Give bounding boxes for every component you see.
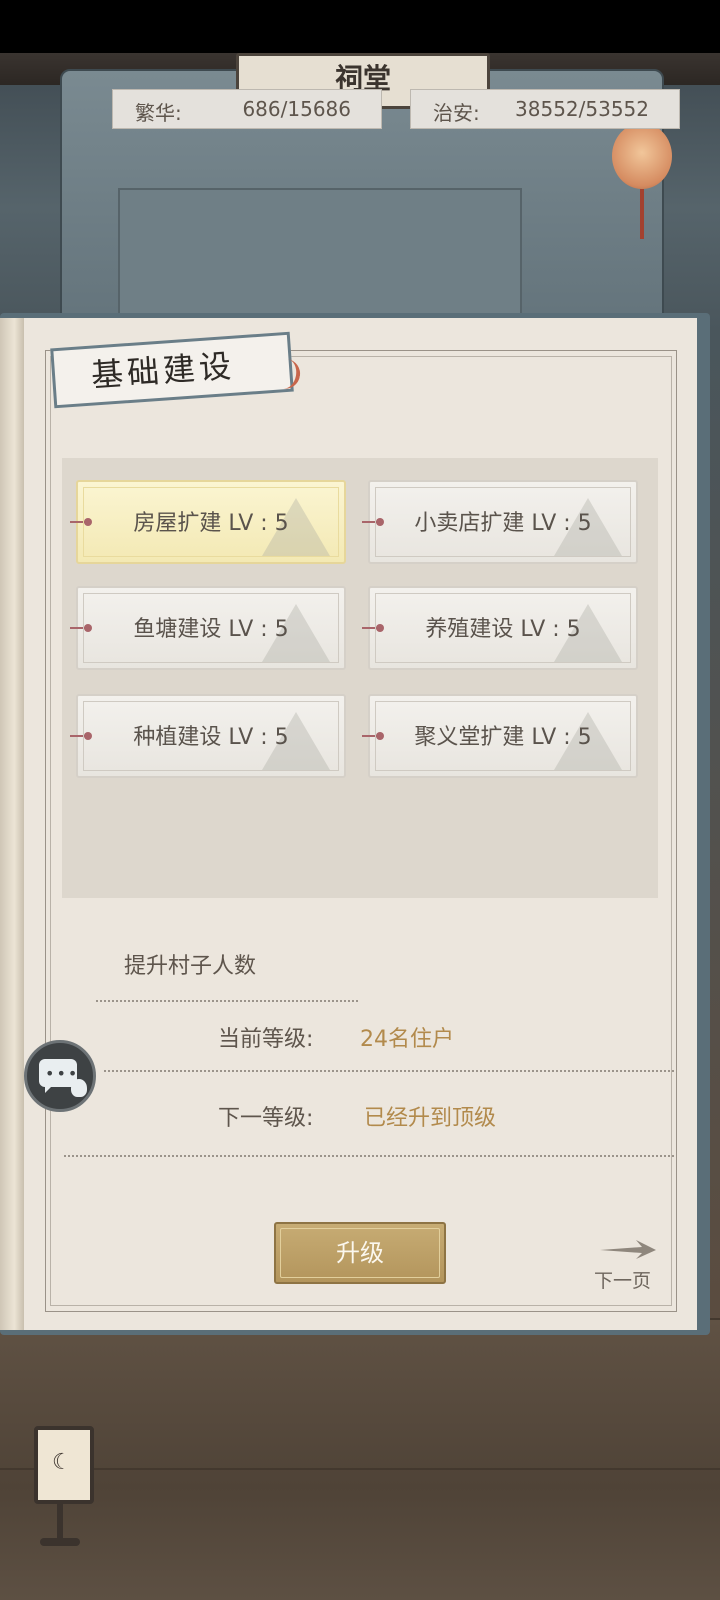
building-label: 小卖店扩建 LV : 5 [414, 511, 592, 536]
upgrade-button[interactable]: 升级 [274, 1222, 446, 1284]
prosperity-stat: 繁华: 686/15686 [112, 89, 382, 129]
lantern-tassel [640, 189, 644, 239]
current-level-value: 24名住户 [360, 1027, 454, 1052]
floor-line [0, 1468, 720, 1470]
current-level-label: 当前等级: [218, 1027, 314, 1052]
status-bar [0, 0, 720, 53]
building-card-house-expansion[interactable]: 房屋扩建 LV : 5 [70, 480, 346, 564]
building-label: 聚义堂扩建 LV : 5 [414, 725, 592, 750]
next-page-button[interactable]: 下一页 [580, 1238, 666, 1292]
next-level-value: 已经升到顶级 [364, 1106, 497, 1131]
security-label: 治安: [433, 101, 480, 125]
lamp-stand [57, 1500, 63, 1540]
lamp-base [40, 1538, 80, 1546]
next-level-label: 下一等级: [218, 1106, 314, 1131]
building-card-livestock[interactable]: 养殖建设 LV : 5 [362, 586, 638, 670]
next-page-label: 下一页 [594, 1270, 652, 1292]
building-label: 种植建设 LV : 5 [133, 725, 289, 750]
moon-icon: ☾ [52, 1450, 72, 1475]
building-label: 房屋扩建 LV : 5 [133, 511, 289, 536]
arrow-right-icon [600, 1240, 656, 1259]
divider [64, 1155, 674, 1157]
building-label: 养殖建设 LV : 5 [425, 617, 581, 642]
building-label: 鱼塘建设 LV : 5 [133, 617, 289, 642]
prosperity-value: 686/15686 [242, 97, 351, 121]
lamp-icon: ☾ [34, 1426, 94, 1504]
floor [0, 1318, 720, 1600]
divider [104, 1070, 674, 1072]
chat-button[interactable]: ••• [24, 1040, 96, 1112]
security-value: 38552/53552 [515, 97, 649, 121]
book-spine [0, 318, 24, 1330]
building-card-shop-expansion[interactable]: 小卖店扩建 LV : 5 [362, 480, 638, 564]
divider [96, 1000, 358, 1002]
building-card-planting[interactable]: 种植建设 LV : 5 [70, 694, 346, 778]
hand-icon [71, 1079, 87, 1097]
building-card-hall-expansion[interactable]: 聚义堂扩建 LV : 5 [362, 694, 638, 778]
prosperity-label: 繁华: [135, 101, 182, 125]
lantern-icon [612, 123, 672, 189]
security-stat: 治安: 38552/53552 [410, 89, 680, 129]
building-description: 提升村子人数 [124, 954, 257, 979]
building-card-fish-pond[interactable]: 鱼塘建设 LV : 5 [70, 586, 346, 670]
